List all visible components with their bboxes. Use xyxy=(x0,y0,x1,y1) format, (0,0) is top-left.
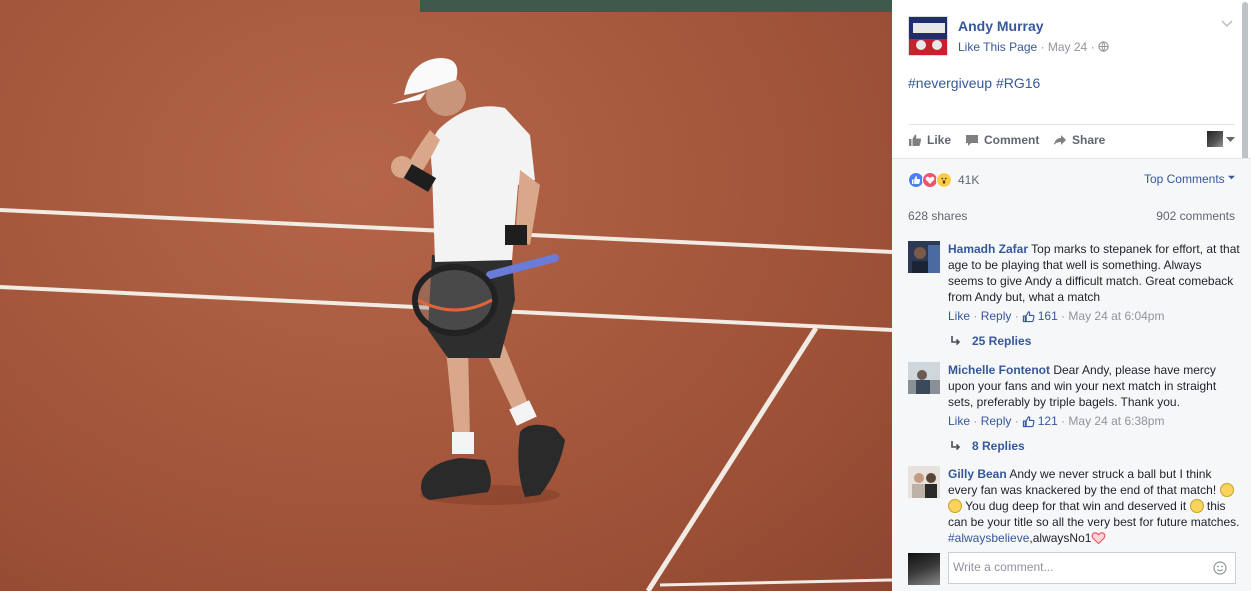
comment-body: Gilly Bean Andy we never struck a ball b… xyxy=(948,466,1240,546)
comment-body: Hamadh Zafar Top marks to stepanek for e… xyxy=(948,241,1240,305)
comment-text: You dug deep for that win and deserved i… xyxy=(965,499,1187,513)
comment-meta: Like · Reply · 161 · May 24 at 6:04pm xyxy=(948,309,1165,323)
comment-item: Michelle Fontenot Dear Andy, please have… xyxy=(908,362,1238,462)
blushing-emoji-icon xyxy=(1219,483,1234,497)
post-meta: Like This Page · May 24 · xyxy=(958,40,1109,54)
meta-separator: · xyxy=(1090,40,1095,54)
comment-timestamp[interactable]: May 24 at 6:04pm xyxy=(1068,309,1164,323)
top-comments-dropdown[interactable]: Top Comments xyxy=(1144,172,1235,186)
comment-icon xyxy=(966,135,978,146)
replies-count: 8 Replies xyxy=(972,439,1025,453)
commenter-avatar[interactable] xyxy=(908,241,940,273)
comments-feed: 41K Top Comments 628 shares 902 comments… xyxy=(892,158,1251,591)
like-page-link[interactable]: Like This Page xyxy=(958,40,1037,54)
post-header: Andy Murray Like This Page · May 24 · xyxy=(908,16,1233,56)
post-side-panel: Andy Murray Like This Page · May 24 · #n… xyxy=(892,0,1251,591)
share-label: Share xyxy=(1072,133,1106,147)
commenter-avatar[interactable] xyxy=(908,362,940,394)
thumbs-up-outline-icon xyxy=(1022,415,1035,427)
wow-reaction-icon xyxy=(936,172,952,188)
reply-arrow-icon xyxy=(951,441,961,451)
post-photo[interactable] xyxy=(0,0,892,591)
reactions-summary[interactable]: 41K xyxy=(908,172,979,188)
share-arrow-icon xyxy=(1054,135,1066,145)
smiling-emoji-icon xyxy=(1189,499,1204,513)
shares-count[interactable]: 628 shares xyxy=(908,209,967,223)
view-replies-link[interactable]: 25 Replies xyxy=(950,334,1031,348)
share-button[interactable]: Share xyxy=(1053,133,1105,147)
replies-count: 25 Replies xyxy=(972,334,1032,348)
tennis-court-illustration xyxy=(0,0,892,591)
court-background-strip xyxy=(420,0,892,12)
page-avatar[interactable] xyxy=(908,16,948,56)
comment-like-count[interactable]: 161 xyxy=(1038,309,1058,323)
page-name[interactable]: Andy Murray xyxy=(958,18,1044,34)
thumbs-up-outline-icon xyxy=(1022,310,1035,322)
blushing-emoji-icon xyxy=(948,499,962,513)
comment-label: Comment xyxy=(984,133,1040,147)
globe-icon xyxy=(1098,41,1109,52)
comment-button[interactable]: Comment xyxy=(965,133,1039,147)
post-text[interactable]: #nevergiveup #RG16 xyxy=(908,75,1040,91)
view-replies-link[interactable]: 8 Replies xyxy=(950,439,1025,453)
comment-like-link[interactable]: Like xyxy=(948,309,970,323)
comment-reply-link[interactable]: Reply xyxy=(981,414,1012,428)
user-avatar xyxy=(1207,131,1223,147)
user-avatar xyxy=(908,553,940,585)
court-line xyxy=(645,326,819,591)
comments-count[interactable]: 902 comments xyxy=(1156,209,1235,223)
comment-input-box[interactable] xyxy=(948,552,1236,584)
like-button[interactable]: Like xyxy=(908,133,951,147)
comment-input[interactable] xyxy=(953,560,1203,574)
meta-separator: · xyxy=(1040,40,1045,54)
comment-timestamp[interactable]: May 24 at 6:38pm xyxy=(1068,414,1164,428)
post-date[interactable]: May 24 xyxy=(1048,40,1087,54)
commenter-avatar[interactable] xyxy=(908,466,940,498)
court-line xyxy=(659,578,892,587)
comment-body: Michelle Fontenot Dear Andy, please have… xyxy=(948,362,1240,410)
comment-author[interactable]: Gilly Bean xyxy=(948,467,1007,481)
reply-arrow-icon xyxy=(951,336,961,346)
reaction-count[interactable]: 41K xyxy=(958,173,979,187)
heart-emoji-icon xyxy=(1091,532,1106,545)
comment-author[interactable]: Michelle Fontenot xyxy=(948,363,1050,377)
caret-down-icon xyxy=(1228,175,1235,180)
post-as-selector[interactable] xyxy=(1207,131,1235,147)
caret-down-icon xyxy=(1226,136,1235,142)
comment-reply-link[interactable]: Reply xyxy=(981,309,1012,323)
comment-composer xyxy=(908,552,1238,586)
hashtag-link[interactable]: #alwaysbelieve xyxy=(948,531,1029,545)
comment-like-count[interactable]: 121 xyxy=(1038,414,1058,428)
thumbs-up-icon xyxy=(909,134,922,146)
comment-item: Gilly Bean Andy we never struck a ball b… xyxy=(908,466,1240,550)
comment-text: ,alwaysNo1 xyxy=(1029,531,1092,545)
comment-item: Hamadh Zafar Top marks to stepanek for e… xyxy=(908,241,1240,361)
player-shoe xyxy=(518,424,565,497)
emoji-picker-icon[interactable] xyxy=(1213,561,1227,575)
top-comments-label: Top Comments xyxy=(1143,172,1225,186)
comment-author[interactable]: Hamadh Zafar xyxy=(948,242,1028,256)
post-actions-bar: Like Comment Share xyxy=(908,124,1235,158)
comment-like-link[interactable]: Like xyxy=(948,414,970,428)
like-label: Like xyxy=(927,133,952,147)
chevron-down-icon[interactable] xyxy=(1220,16,1234,30)
comment-meta: Like · Reply · 121 · May 24 at 6:38pm xyxy=(948,414,1165,428)
